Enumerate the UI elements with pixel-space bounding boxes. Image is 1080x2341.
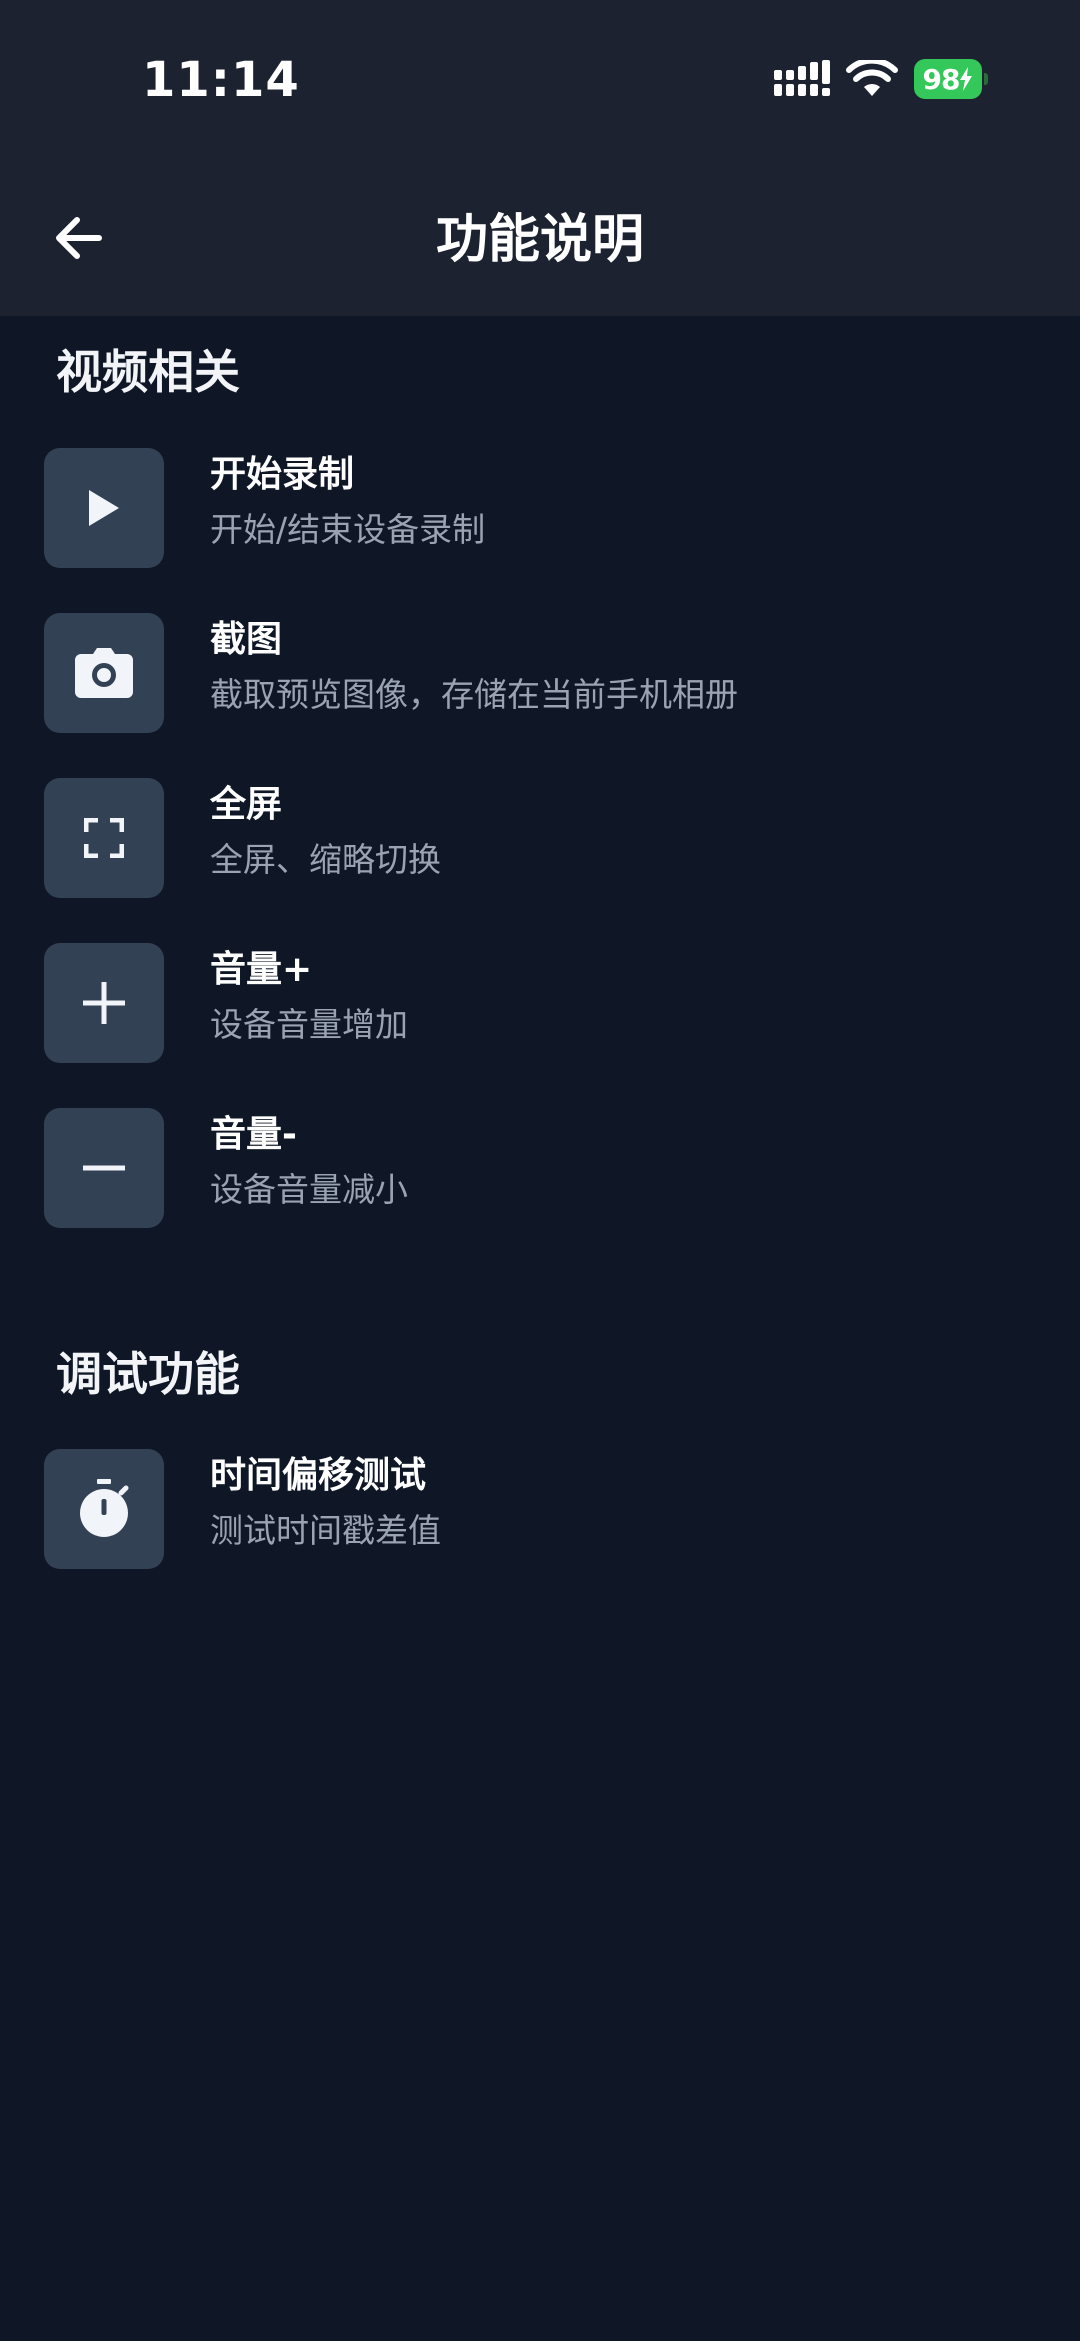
app-screen: 11:14 98 功能说明 视频相关 开始录制 开始/结束设备录制 截图 截取预…: [0, 0, 1080, 2341]
list-item-start-recording[interactable]: 开始录制 开始/结束设备录制: [44, 448, 1044, 568]
item-title: 截图: [210, 619, 283, 660]
icon-tile: [44, 778, 164, 898]
icon-tile: [44, 613, 164, 733]
page-title: 功能说明: [435, 210, 644, 270]
battery-percent: 98: [922, 62, 961, 96]
battery-level: 98: [914, 59, 982, 99]
wifi-icon: [846, 60, 898, 96]
top-bar: 11:14 98 功能说明: [0, 0, 1080, 316]
status-time: 11:14: [142, 52, 300, 108]
icon-tile: [44, 1449, 164, 1569]
list-item-fullscreen[interactable]: 全屏 全屏、缩略切换: [44, 778, 1044, 898]
charging-bolt-icon: [960, 67, 973, 91]
item-description: 开始/结束设备录制: [210, 510, 486, 549]
stopwatch-icon: [80, 1479, 129, 1537]
list-item-volume-up[interactable]: 音量+ 设备音量增加: [44, 943, 1044, 1063]
item-description: 测试时间戳差值: [210, 1511, 441, 1550]
list-item-time-offset-test[interactable]: 时间偏移测试 测试时间戳差值: [44, 1449, 1044, 1569]
icon-tile: [44, 448, 164, 568]
plus-icon: [83, 982, 125, 1024]
item-title: 音量-: [210, 1114, 297, 1155]
item-title: 音量+: [210, 949, 313, 990]
list-item-screenshot[interactable]: 截图 截取预览图像，存储在当前手机相册: [44, 613, 1044, 733]
item-title: 全屏: [210, 784, 283, 825]
list-item-volume-down[interactable]: 音量- 设备音量减小: [44, 1108, 1044, 1228]
item-title: 时间偏移测试: [210, 1455, 427, 1496]
camera-icon: [75, 648, 133, 698]
section-title-debug: 调试功能: [56, 1347, 240, 1401]
battery-cap: [984, 73, 988, 85]
item-description: 全屏、缩略切换: [210, 840, 441, 879]
item-description: 设备音量增加: [210, 1005, 408, 1044]
section-title-video: 视频相关: [56, 345, 240, 399]
battery-indicator: 98: [914, 59, 988, 99]
fullscreen-icon: [84, 818, 124, 858]
item-description: 设备音量减小: [210, 1170, 408, 1209]
item-description: 截取预览图像，存储在当前手机相册: [210, 675, 738, 714]
icon-tile: [44, 1108, 164, 1228]
play-icon: [89, 490, 119, 526]
icon-tile: [44, 943, 164, 1063]
minus-icon: [83, 1165, 125, 1171]
cellular-signal-icon: [774, 60, 830, 96]
item-title: 开始录制: [210, 454, 355, 495]
